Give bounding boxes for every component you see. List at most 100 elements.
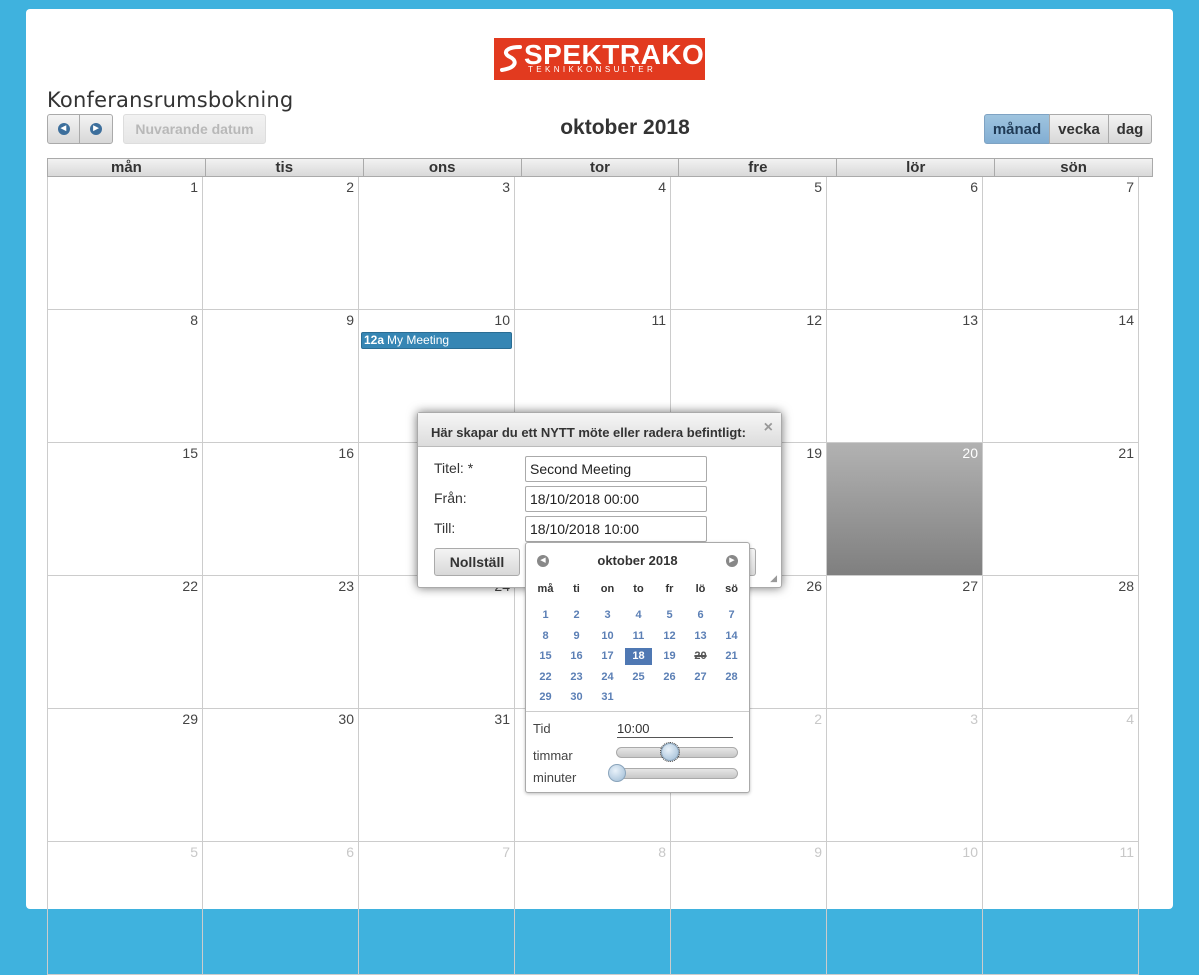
day-number: 7	[1126, 179, 1134, 195]
calendar-day-cell[interactable]: 29	[47, 709, 203, 842]
view-week-button[interactable]: vecka	[1049, 114, 1109, 144]
day-number: 9	[814, 844, 822, 860]
datepicker-day[interactable]: 4	[623, 607, 654, 624]
calendar-day-cell[interactable]: 31	[359, 709, 515, 842]
datepicker-day[interactable]: 8	[530, 628, 561, 645]
calendar-day-cell[interactable]: 3	[827, 709, 983, 842]
calendar-day-cell[interactable]: 27	[827, 576, 983, 709]
datepicker-day[interactable]: 31	[592, 689, 623, 706]
from-input[interactable]: 18/10/2018 00:00	[525, 486, 707, 512]
datepicker-weekdays: må ti on to fr lö sö	[530, 583, 747, 595]
calendar-day-cell[interactable]: 7	[359, 842, 515, 975]
calendar-day-cell[interactable]: 9	[671, 842, 827, 975]
hours-slider[interactable]	[616, 742, 738, 762]
datepicker-weekday: må	[537, 583, 554, 595]
day-number: 27	[962, 578, 978, 594]
calendar-day-cell[interactable]: 21	[983, 443, 1139, 576]
title-input[interactable]: Second Meeting	[525, 456, 707, 482]
day-number: 3	[502, 179, 510, 195]
calendar-day-cell[interactable]: 5	[671, 177, 827, 310]
calendar-day-cell[interactable]: 24	[359, 576, 515, 709]
datepicker-day[interactable]: 22	[530, 669, 561, 686]
calendar-day-cell[interactable]: 9	[203, 310, 359, 443]
calendar-day-cell[interactable]: 10	[827, 842, 983, 975]
today-button[interactable]: Nuvarande datum	[123, 114, 266, 144]
datepicker-day	[685, 689, 716, 706]
event-time: 12a	[364, 333, 385, 347]
datepicker-day[interactable]: 12	[654, 628, 685, 645]
datepicker-day[interactable]: 19	[654, 648, 685, 665]
calendar-day-cell[interactable]: 22	[47, 576, 203, 709]
datepicker-day[interactable]: 14	[716, 628, 747, 645]
calendar-day-cell[interactable]: 8	[47, 310, 203, 443]
resize-handle-icon[interactable]: ◢	[770, 573, 777, 584]
minutes-slider[interactable]	[608, 764, 738, 782]
calendar-event[interactable]: 12a My Meeting	[361, 332, 512, 349]
hours-slider-handle[interactable]	[660, 742, 681, 762]
datepicker-day[interactable]: 15	[530, 648, 561, 665]
view-day-button[interactable]: dag	[1108, 114, 1152, 144]
datepicker-day[interactable]: 9	[561, 628, 592, 645]
datepicker-day[interactable]: 16	[561, 648, 592, 665]
calendar-day-cell[interactable]: 23	[203, 576, 359, 709]
prev-month-button[interactable]: ◀	[47, 114, 80, 144]
view-month-button[interactable]: månad	[984, 114, 1050, 144]
calendar-day-cell[interactable]: 2	[203, 177, 359, 310]
calendar-day-cell[interactable]: 15	[47, 443, 203, 576]
weekday-header-cell: fre	[679, 158, 838, 177]
calendar-day-cell[interactable]: 6	[827, 177, 983, 310]
datepicker-day[interactable]: 1	[530, 607, 561, 624]
datepicker-day[interactable]: 28	[716, 669, 747, 686]
datepicker-day[interactable]: 23	[561, 669, 592, 686]
calendar-day-cell[interactable]: 30	[203, 709, 359, 842]
weekday-header-cell: mån	[47, 158, 206, 177]
datepicker-day[interactable]: 3	[592, 607, 623, 624]
datepicker-day[interactable]: 18	[625, 648, 652, 665]
day-number: 9	[346, 312, 354, 328]
day-number: 16	[338, 445, 354, 461]
calendar-day-cell[interactable]: 3	[359, 177, 515, 310]
day-number: 7	[502, 844, 510, 860]
minutes-slider-handle[interactable]	[608, 764, 626, 782]
datepicker-day[interactable]: 2	[561, 607, 592, 624]
datepicker-day[interactable]: 7	[716, 607, 747, 624]
datepicker-day[interactable]: 27	[685, 669, 716, 686]
calendar-day-cell[interactable]: 11	[983, 842, 1139, 975]
datepicker-day[interactable]: 13	[685, 628, 716, 645]
datepicker-day[interactable]: 17	[592, 648, 623, 665]
calendar-day-cell[interactable]: 16	[203, 443, 359, 576]
datepicker-day[interactable]: 21	[716, 648, 747, 665]
datepicker-day[interactable]: 26	[654, 669, 685, 686]
datepicker-day[interactable]: 29	[530, 689, 561, 706]
datepicker-day[interactable]: 11	[623, 628, 654, 645]
next-month-icon[interactable]: ▶	[726, 555, 738, 567]
close-icon[interactable]: ×	[764, 419, 773, 437]
to-input[interactable]: 18/10/2018 10:00	[525, 516, 707, 542]
calendar-day-cell[interactable]: 4	[515, 177, 671, 310]
datepicker-day[interactable]: 5	[654, 607, 685, 624]
weekday-header-cell: tis	[205, 158, 364, 177]
datepicker-day[interactable]: 24	[592, 669, 623, 686]
reset-button[interactable]: Nollställ	[434, 548, 520, 576]
calendar-day-cell[interactable]: 6	[203, 842, 359, 975]
datepicker-day[interactable]: 10	[592, 628, 623, 645]
calendar-day-cell[interactable]: 14	[983, 310, 1139, 443]
day-number: 1	[190, 179, 198, 195]
calendar-day-cell[interactable]: 1	[47, 177, 203, 310]
calendar-day-cell[interactable]: 8	[515, 842, 671, 975]
calendar-day-cell[interactable]: 20	[827, 443, 983, 576]
datepicker-day[interactable]: 25	[623, 669, 654, 686]
calendar-day-cell[interactable]: 4	[983, 709, 1139, 842]
datepicker-day[interactable]: 30	[561, 689, 592, 706]
weekday-header-cell: lör	[837, 158, 996, 177]
calendar-day-cell[interactable]: 7	[983, 177, 1139, 310]
datepicker-day[interactable]: 6	[685, 607, 716, 624]
day-number: 15	[182, 445, 198, 461]
from-label: Från:	[434, 490, 467, 506]
datepicker-day[interactable]: 20	[685, 648, 716, 665]
calendar-day-cell[interactable]: 5	[47, 842, 203, 975]
calendar-day-cell[interactable]: 13	[827, 310, 983, 443]
next-month-button[interactable]: ▶	[79, 114, 113, 144]
datepicker-title: oktober 2018	[597, 553, 678, 568]
calendar-day-cell[interactable]: 28	[983, 576, 1139, 709]
